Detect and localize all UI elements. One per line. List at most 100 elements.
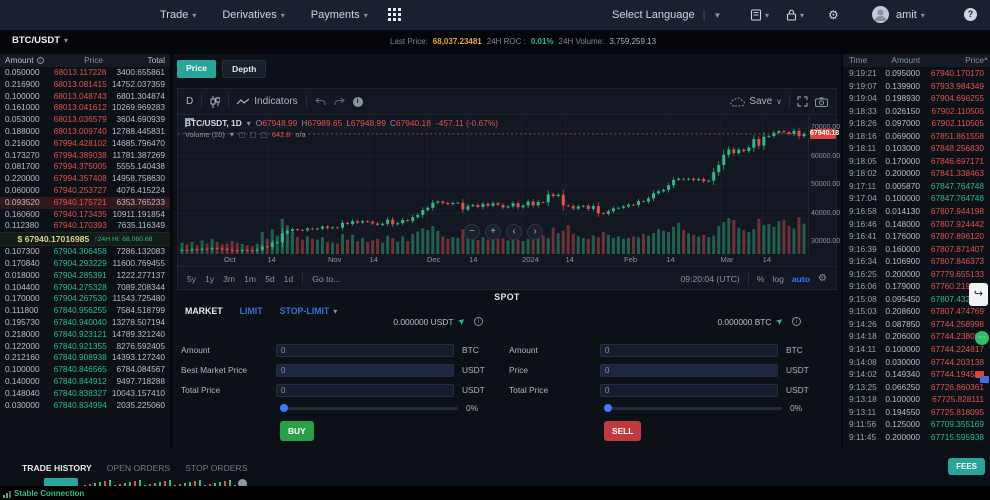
ask-row[interactable]: 0.05000068013.1172283400.655861 bbox=[0, 67, 170, 79]
ask-row[interactable]: 0.10000068013.0487436801.304874 bbox=[0, 91, 170, 103]
indicators-button[interactable]: Indicators bbox=[237, 96, 297, 107]
slider-thumb[interactable] bbox=[604, 404, 612, 412]
trade-row[interactable]: 9:16:580.01413067807.944198 bbox=[843, 205, 990, 218]
amount-input[interactable] bbox=[276, 344, 454, 357]
user-menu[interactable]: amit ▾ bbox=[896, 0, 925, 30]
total-price-input[interactable] bbox=[276, 384, 454, 397]
orders-menu[interactable]: ▾ bbox=[750, 0, 769, 30]
bid-row[interactable]: 0.19573067840.94004013278.507194 bbox=[0, 317, 170, 329]
ask-row[interactable]: 0.06000067940.2537274076.415224 bbox=[0, 185, 170, 197]
cursor-icon[interactable]: ➤ bbox=[456, 315, 469, 328]
trade-row[interactable]: 9:17:110.00587067847.764748 bbox=[843, 180, 990, 193]
bid-row[interactable]: 0.17084067904.29322911600.769455 bbox=[0, 258, 170, 270]
info-icon[interactable]: i bbox=[353, 97, 363, 107]
tab-open-orders[interactable]: OPEN ORDERS bbox=[107, 463, 171, 473]
interval-button[interactable]: D bbox=[186, 96, 193, 107]
trade-row[interactable]: 9:14:260.08785067744.258998 bbox=[843, 318, 990, 331]
tab-market[interactable]: MARKET bbox=[185, 306, 223, 316]
price-axis[interactable]: 67940.18 70000.0060000.0050000.0040000.0… bbox=[808, 116, 836, 254]
range-5d[interactable]: 5d bbox=[265, 274, 275, 284]
trade-row[interactable]: 9:18:020.20000067841.338463 bbox=[843, 167, 990, 180]
zoom-out-button[interactable]: − bbox=[464, 224, 480, 240]
chart-plot[interactable]: 67940.18 70000.0060000.0050000.0040000.0… bbox=[178, 116, 836, 254]
trade-row[interactable]: 9:13:180.10000067725.828111 bbox=[843, 393, 990, 406]
range-3m[interactable]: 3m bbox=[223, 274, 235, 284]
extension-icon[interactable] bbox=[975, 370, 989, 384]
bid-row[interactable]: 0.14000067840.8449129497.718288 bbox=[0, 376, 170, 388]
menu-payments[interactable]: Payments▾ bbox=[311, 9, 368, 21]
menu-trade[interactable]: Trade▾ bbox=[160, 9, 196, 21]
scrollbar-up-icon[interactable]: ▲ bbox=[983, 56, 989, 62]
amount-input[interactable] bbox=[600, 344, 778, 357]
trade-row[interactable]: 9:16:250.20000067779.655133 bbox=[843, 268, 990, 281]
price-input[interactable] bbox=[600, 364, 778, 377]
log-scale-button[interactable]: log bbox=[772, 274, 783, 284]
info-icon[interactable]: i bbox=[792, 317, 801, 326]
trade-row[interactable]: 9:13:250.06625067726.860361 bbox=[843, 381, 990, 394]
bid-row[interactable]: 0.11180067840.9562557584.518799 bbox=[0, 305, 170, 317]
range-5y[interactable]: 5y bbox=[187, 274, 196, 284]
scroll-left-button[interactable]: ‹ bbox=[506, 224, 522, 240]
bid-row[interactable]: 0.01800067904.2853911222.277137 bbox=[0, 270, 170, 282]
ask-row[interactable]: 0.16060067940.17343510911.191854 bbox=[0, 209, 170, 221]
trade-row[interactable]: 9:18:160.06900067851.861558 bbox=[843, 130, 990, 143]
axis-settings-icon[interactable]: ⚙ bbox=[818, 273, 827, 284]
trade-row[interactable]: 9:16:060.17900067760.219772 bbox=[843, 280, 990, 293]
trade-row[interactable]: 9:18:330.02615067902.110505 bbox=[843, 105, 990, 118]
chart-style-button[interactable] bbox=[210, 96, 220, 108]
ask-row[interactable]: 0.09352067940.1757216353.765233 bbox=[0, 197, 170, 209]
save-button[interactable]: Save ∨ bbox=[730, 96, 782, 107]
ask-row[interactable]: 0.08170067994.3750055555.140438 bbox=[0, 161, 170, 173]
fees-button[interactable]: FEES bbox=[948, 458, 985, 475]
trade-row[interactable]: 9:14:110.10000067744.224817 bbox=[843, 343, 990, 356]
trade-row[interactable]: 9:16:460.14800067807.924442 bbox=[843, 218, 990, 231]
range-1y[interactable]: 1y bbox=[205, 274, 214, 284]
slider-thumb[interactable] bbox=[280, 404, 288, 412]
scroll-right-button[interactable]: › bbox=[527, 224, 543, 240]
snapshot-button[interactable] bbox=[815, 97, 828, 107]
mid-price-row[interactable]: $ 67940.17016985 ↑24H Hi: 68,060.68 bbox=[0, 232, 170, 246]
trade-row[interactable]: 9:17:040.10000067847.764748 bbox=[843, 192, 990, 205]
tab-stop-limit[interactable]: STOP-LIMIT▾ bbox=[280, 306, 338, 316]
trade-row[interactable]: 9:14:180.20600067744.238098 bbox=[843, 330, 990, 343]
help-button[interactable]: ? bbox=[964, 8, 977, 21]
bid-row[interactable]: 0.10440067904.2753287089.208344 bbox=[0, 282, 170, 294]
fullscreen-button[interactable] bbox=[797, 96, 808, 107]
avatar[interactable] bbox=[872, 6, 889, 23]
share-button[interactable]: ↪ bbox=[969, 283, 988, 306]
trade-row[interactable]: 9:18:260.09700067902.110505 bbox=[843, 117, 990, 130]
chat-widget-icon[interactable]: ⋯ bbox=[975, 331, 989, 345]
buy-button[interactable]: BUY bbox=[280, 421, 314, 441]
apps-grid-icon[interactable] bbox=[388, 8, 401, 21]
undo-button[interactable] bbox=[315, 97, 326, 106]
range-1m[interactable]: 1m bbox=[244, 274, 256, 284]
trade-row[interactable]: 9:16:340.10690067807.846373 bbox=[843, 255, 990, 268]
trade-row[interactable]: 9:19:070.13990067933.984349 bbox=[843, 80, 990, 93]
trade-row[interactable]: 9:11:560.12500067709.355169 bbox=[843, 418, 990, 431]
trade-row[interactable]: 9:19:210.09500067940.170170 bbox=[843, 67, 990, 80]
total-price-input[interactable] bbox=[600, 384, 778, 397]
ask-row[interactable]: 0.17327067994.38903811781.387269 bbox=[0, 150, 170, 162]
bid-row[interactable]: 0.12200067840.9213558276.592405 bbox=[0, 341, 170, 353]
bid-row[interactable]: 0.21800067840.92312114789.321240 bbox=[0, 329, 170, 341]
info-icon[interactable]: i bbox=[474, 317, 483, 326]
trade-row[interactable]: 9:11:450.20000067715.595938 bbox=[843, 431, 990, 444]
ask-row[interactable]: 0.18800068013.00974012788.445831 bbox=[0, 126, 170, 138]
bid-row[interactable]: 0.17000067904.26753011543.725480 bbox=[0, 293, 170, 305]
best-market-price-input[interactable] bbox=[276, 364, 454, 377]
goto-button[interactable]: Go to... bbox=[312, 274, 340, 284]
tab-stop-orders[interactable]: STOP ORDERS bbox=[185, 463, 247, 473]
pair-selector[interactable]: BTC/USDT ▾ bbox=[12, 35, 68, 46]
range-1d[interactable]: 1d bbox=[284, 274, 294, 284]
tab-depth[interactable]: Depth bbox=[222, 60, 266, 78]
settings-button[interactable]: ⚙ bbox=[828, 0, 839, 30]
ask-row[interactable]: 0.05300068013.0365793604.690939 bbox=[0, 114, 170, 126]
trade-row[interactable]: 9:18:050.17000067846.697171 bbox=[843, 155, 990, 168]
percent-scale-button[interactable]: % bbox=[757, 274, 765, 284]
bid-row[interactable]: 0.10730067904.3064587286.132083 bbox=[0, 246, 170, 258]
ask-row[interactable]: 0.21690068013.08141514752.037359 bbox=[0, 79, 170, 91]
trade-row[interactable]: 9:16:410.17600067807.896120 bbox=[843, 230, 990, 243]
trade-row[interactable]: 9:13:110.19455067725.818095 bbox=[843, 406, 990, 419]
tab-price[interactable]: Price bbox=[177, 60, 216, 78]
tab-trade-history[interactable]: TRADE HISTORY bbox=[22, 463, 92, 473]
